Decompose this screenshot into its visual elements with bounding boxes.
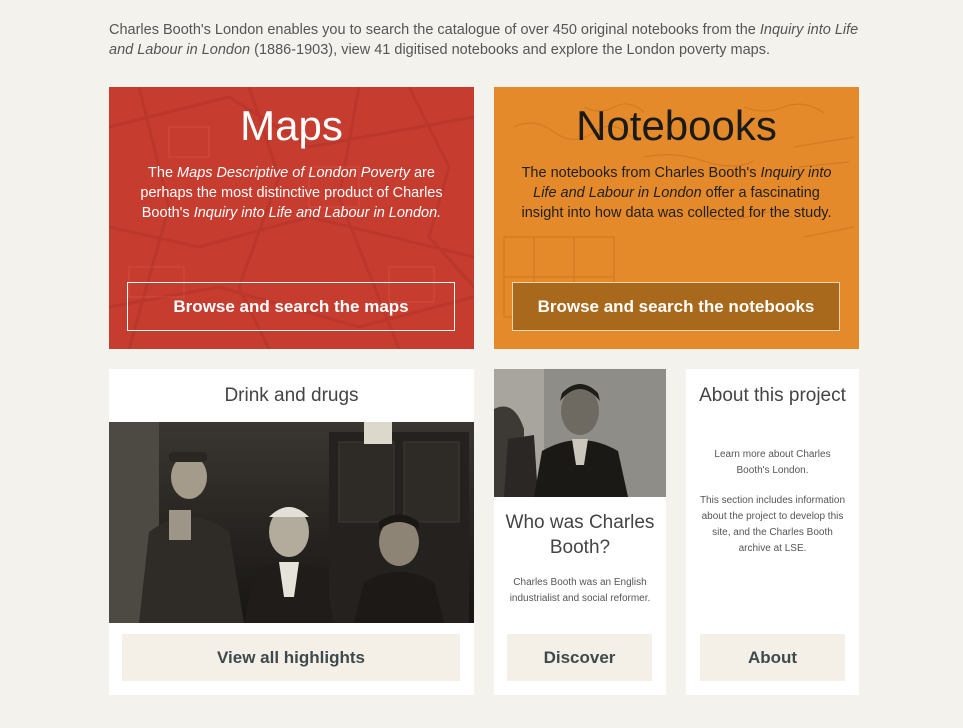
drink-drugs-photo[interactable]: [109, 422, 474, 623]
maps-desc-em1: Maps Descriptive of London Poverty: [177, 165, 410, 181]
browse-maps-button[interactable]: Browse and search the maps: [127, 282, 455, 331]
notebooks-description: The notebooks from Charles Booth's Inqui…: [512, 163, 842, 223]
notebooks-panel[interactable]: Notebooks The notebooks from Charles Boo…: [494, 87, 859, 349]
maps-panel[interactable]: Maps The Maps Descriptive of London Pove…: [109, 87, 474, 349]
intro-text-b: (1886-1903), view 41 digitised notebooks…: [250, 42, 771, 58]
intro-text: Charles Booth's London enables you to se…: [109, 20, 859, 60]
who-title: Who was Charles Booth?: [505, 512, 655, 558]
about-description: Learn more about Charles Booth's London.…: [698, 447, 847, 557]
about-button[interactable]: About: [700, 634, 845, 681]
about-desc-2: This section includes information about …: [699, 495, 846, 554]
discover-button[interactable]: Discover: [507, 634, 652, 681]
drink-drugs-title: Drink and drugs: [224, 385, 359, 406]
about-card[interactable]: About this project Learn more about Char…: [686, 369, 859, 695]
about-title: About this project: [699, 385, 846, 406]
intro-text-a: Charles Booth's London enables you to se…: [109, 22, 760, 38]
who-description: Charles Booth was an English industriali…: [509, 577, 651, 604]
who-card[interactable]: Who was Charles Booth? Charles Booth was…: [494, 369, 666, 695]
maps-description: The Maps Descriptive of London Poverty a…: [127, 163, 457, 223]
view-all-highlights-button[interactable]: View all highlights: [122, 634, 460, 681]
notebooks-title: Notebooks: [576, 102, 777, 149]
drink-drugs-card[interactable]: Drink and drugs View all highlights: [109, 369, 474, 695]
maps-desc-em2: Inquiry into Life and Labour in London.: [193, 205, 442, 221]
maps-title: Maps: [240, 102, 343, 149]
charles-booth-portrait[interactable]: [494, 369, 666, 497]
browse-notebooks-button[interactable]: Browse and search the notebooks: [512, 282, 840, 331]
notebooks-desc-a: The notebooks from Charles Booth's: [521, 165, 761, 181]
about-desc-1: Learn more about Charles Booth's London.: [714, 449, 831, 476]
maps-desc-a: The: [148, 165, 178, 181]
